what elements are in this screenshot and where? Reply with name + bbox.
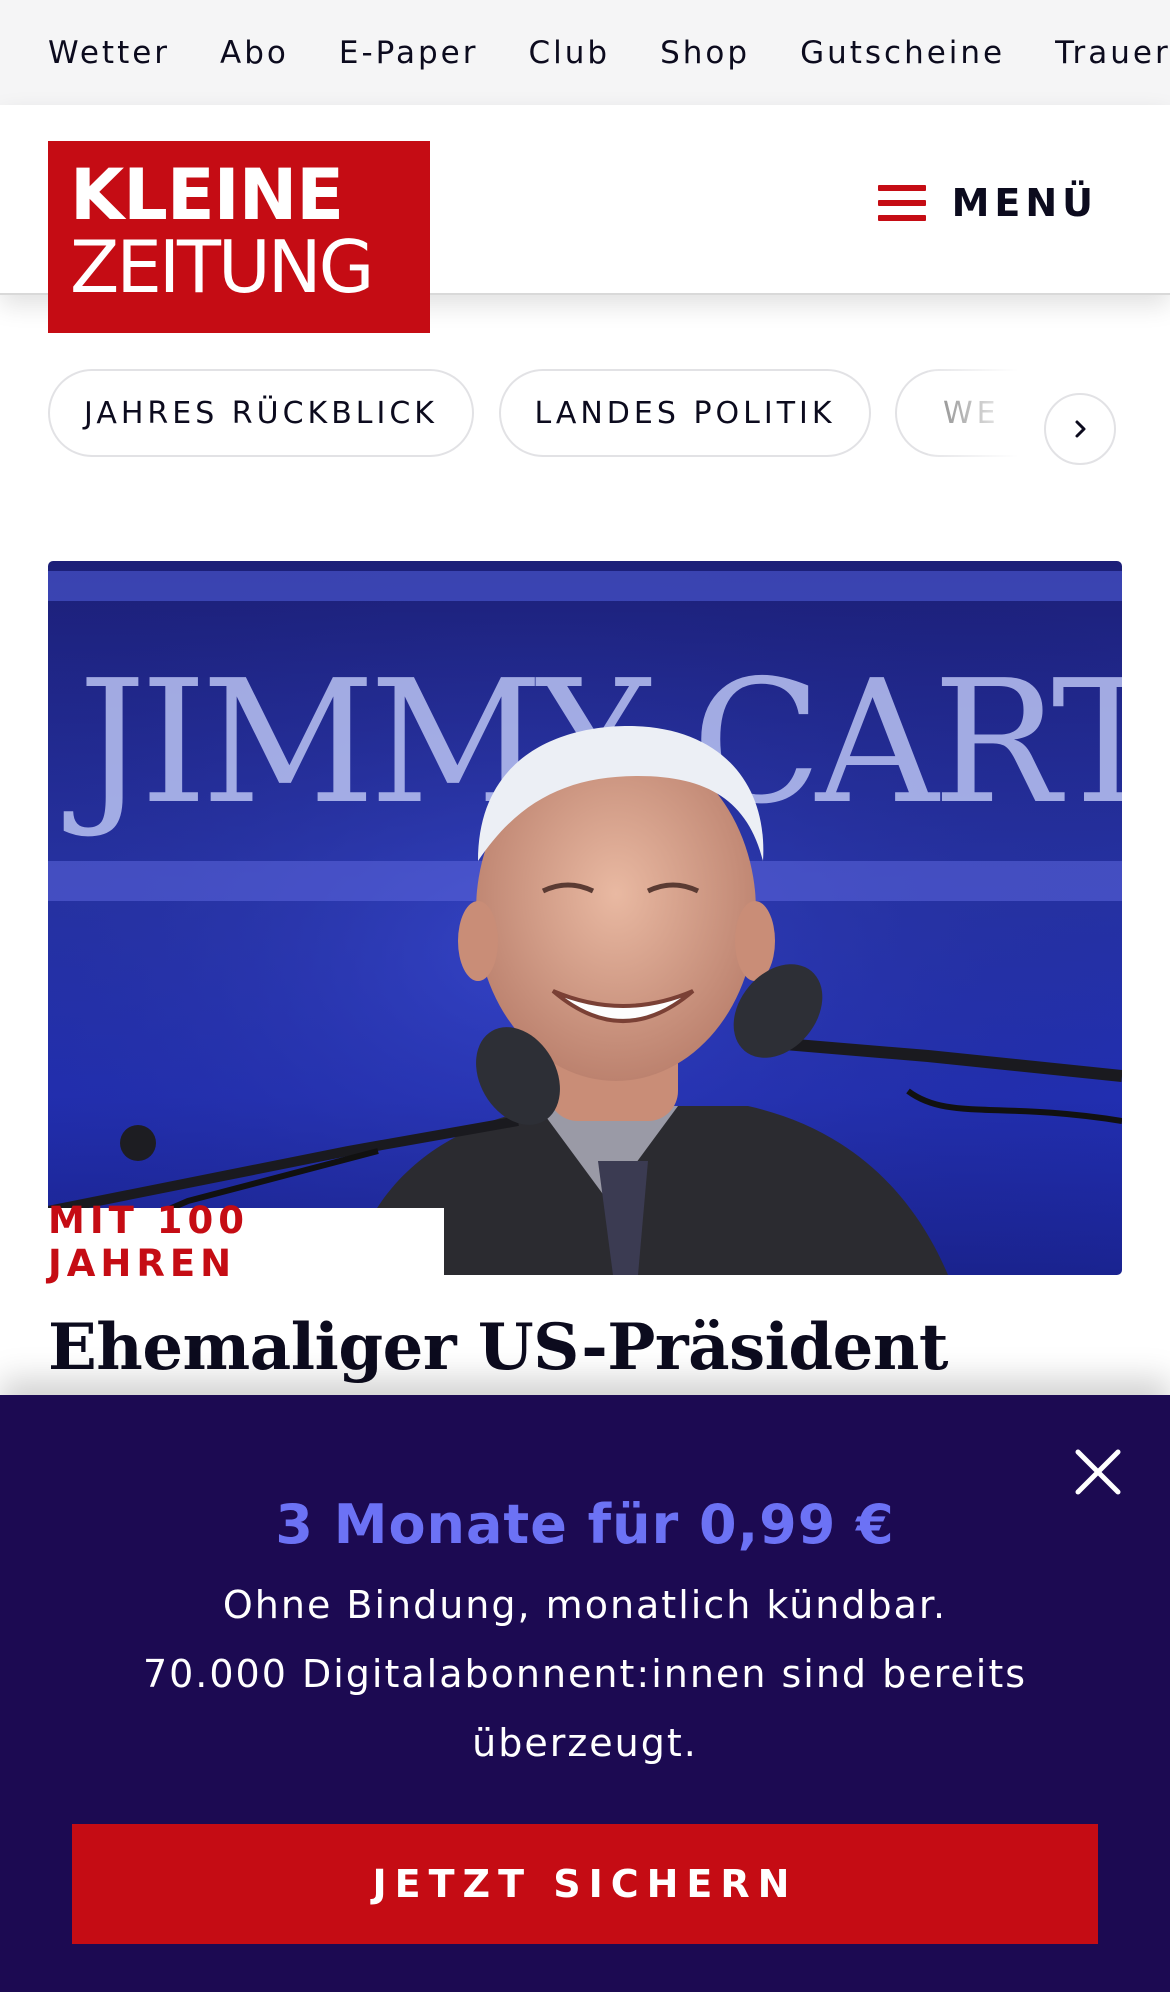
- promo-line-2: 70.000 Digitalabonnent:innen sind bereit…: [142, 1652, 1028, 1696]
- utility-link-shop[interactable]: Shop: [660, 35, 750, 71]
- promo-cta-button[interactable]: JETZT SICHERN: [72, 1824, 1098, 1944]
- promo-line-1: Ohne Bindung, monatlich kündbar.: [222, 1583, 948, 1627]
- menu-button[interactable]: MENÜ: [877, 165, 1098, 241]
- logo-line-kleine: KLEINE: [70, 154, 344, 236]
- utility-link-wetter[interactable]: Wetter: [48, 35, 170, 71]
- hamburger-icon: [877, 185, 926, 221]
- utility-link-abo[interactable]: Abo: [220, 35, 289, 71]
- promo-title: 3 Monate für 0,99 €: [275, 1493, 895, 1556]
- utility-link-club[interactable]: Club: [528, 35, 610, 71]
- article-kicker: MIT 100 JAHREN: [48, 1199, 444, 1285]
- site-header: KLEINE ZEITUNG MENÜ: [0, 105, 1170, 333]
- promo-close-button[interactable]: [1072, 1446, 1124, 1498]
- close-icon: [1075, 1449, 1121, 1495]
- utility-link-trauerportal[interactable]: Trauerportal: [1055, 35, 1170, 71]
- chevron-right-icon: [1075, 420, 1086, 438]
- utility-link-epaper[interactable]: E-Paper: [339, 35, 479, 71]
- subscription-promo-overlay: 3 Monate für 0,99 € Ohne Bindung, monatl…: [0, 1395, 1170, 1992]
- chip-jahresrueckblick[interactable]: JAHRES RÜCKBLICK: [48, 369, 474, 457]
- article-hero-image[interactable]: JIMMY CARTER: [48, 561, 1122, 1275]
- chip-landespolitik[interactable]: LANDES POLITIK: [499, 369, 871, 457]
- hero-photo: JIMMY CARTER: [48, 561, 1122, 1275]
- chips-next-button[interactable]: [1044, 393, 1116, 465]
- menu-label: MENÜ: [951, 181, 1098, 225]
- topic-chips: JAHRES RÜCKBLICK LANDES POLITIK WE: [48, 369, 1128, 459]
- utility-link-gutscheine[interactable]: Gutscheine: [800, 35, 1005, 71]
- promo-description: Ohne Bindung, monatlich kündbar. 70.000 …: [0, 1571, 1170, 1778]
- utility-nav: Wetter Abo E-Paper Club Shop Gutscheine …: [48, 0, 1170, 105]
- article-headline[interactable]: Ehemaliger US-Präsident: [48, 1308, 948, 1388]
- top-utility-bar: Wetter Abo E-Paper Club Shop Gutscheine …: [0, 0, 1170, 105]
- promo-line-3: überzeugt.: [472, 1721, 698, 1765]
- logo-line-zeitung: ZEITUNG: [70, 225, 374, 309]
- kicker-text: MIT 100 JAHREN: [48, 1199, 249, 1285]
- site-logo[interactable]: KLEINE ZEITUNG: [48, 141, 430, 333]
